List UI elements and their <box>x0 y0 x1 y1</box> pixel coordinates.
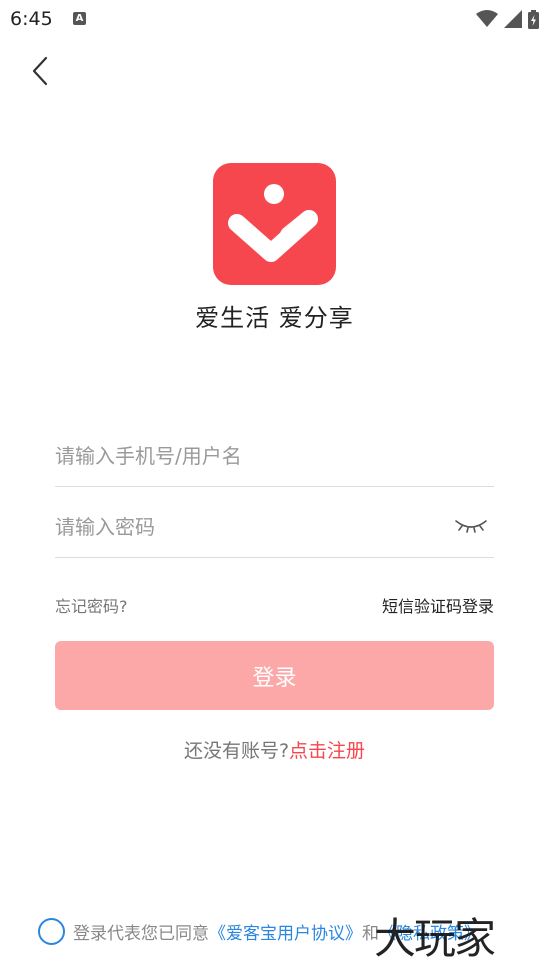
battery-icon <box>528 9 539 29</box>
status-time: 6:45 <box>10 8 53 30</box>
heart-check-logo-icon <box>228 184 318 262</box>
chevron-left-icon <box>32 56 48 86</box>
login-button[interactable]: 登录 <box>55 641 494 710</box>
eye-closed-icon <box>455 520 487 533</box>
app-slogan: 爱生活 爱分享 <box>195 304 354 332</box>
login-screen: 6:45 A 爱生活 爱分享 请输入手机号/用户名 忘记密码? 短信验证码登录 … <box>0 0 549 976</box>
status-bar: 6:45 A <box>0 0 549 38</box>
register-row: 还没有账号?点击注册 <box>0 736 549 763</box>
password-field-row <box>55 498 494 558</box>
notification-icon: A <box>73 12 86 25</box>
agreement-prefix: 登录代表您已同意 <box>73 923 209 944</box>
user-agreement-link[interactable]: 《爱客宝用户协议》 <box>209 919 362 944</box>
wifi-icon <box>476 10 498 27</box>
signal-icon <box>504 10 522 28</box>
watermark: 大玩家 <box>374 914 496 963</box>
back-button[interactable] <box>22 52 58 90</box>
forgot-password-link[interactable]: 忘记密码? <box>55 593 128 617</box>
register-link[interactable]: 点击注册 <box>289 740 365 762</box>
password-input[interactable] <box>55 498 435 556</box>
register-question: 还没有账号? <box>183 740 290 762</box>
status-icons <box>476 9 539 29</box>
password-visibility-toggle[interactable] <box>454 514 488 538</box>
username-field-row <box>55 427 494 487</box>
agreement-checkbox[interactable] <box>38 917 65 945</box>
username-input[interactable] <box>55 427 435 485</box>
sms-login-link[interactable]: 短信验证码登录 <box>382 593 494 617</box>
app-logo <box>213 163 336 285</box>
